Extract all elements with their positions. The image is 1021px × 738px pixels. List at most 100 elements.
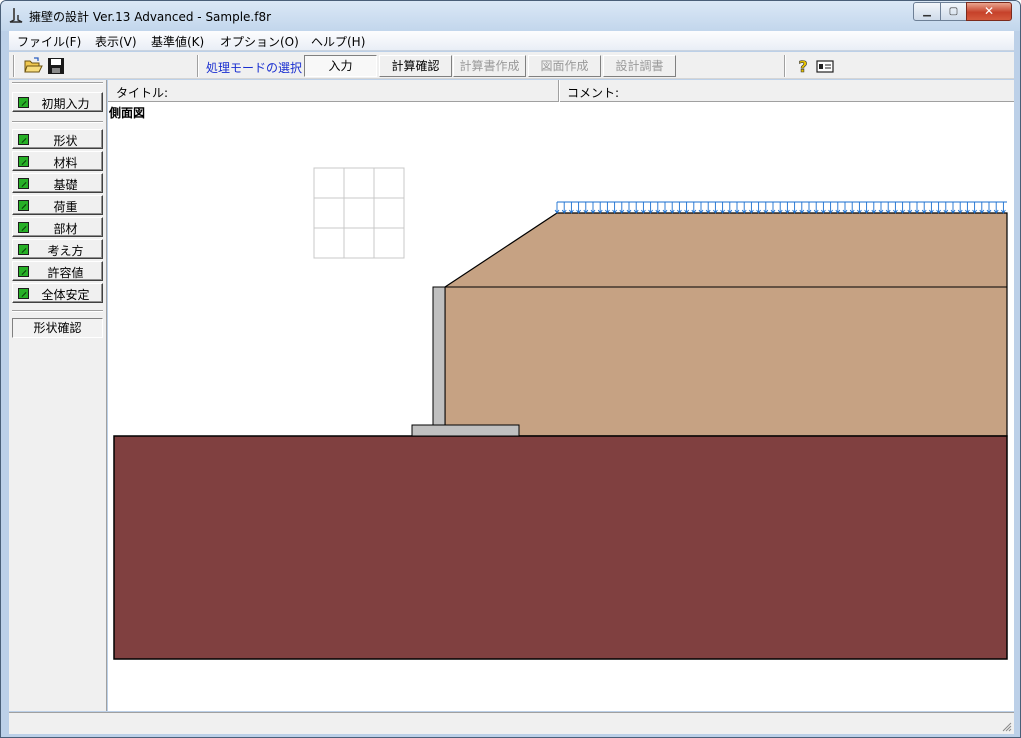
load-arrow: [583, 202, 589, 214]
nav-material-label: 材料: [53, 156, 78, 170]
load-arrow: [576, 202, 581, 214]
resize-grip-icon[interactable]: [1000, 720, 1012, 732]
load-arrow: [806, 202, 812, 214]
load-arrow: [669, 202, 675, 214]
status-bar: [9, 712, 1014, 734]
load-arrow: [662, 202, 668, 214]
mode-drawing-button[interactable]: 図面作成: [528, 55, 601, 77]
mode-report-button[interactable]: 計算書作成: [453, 55, 526, 77]
load-arrow: [813, 202, 819, 214]
panel-divider: [12, 310, 103, 312]
nav-load-button[interactable]: 荷重: [12, 195, 103, 215]
load-arrow: [1001, 202, 1006, 214]
minimize-icon: ▁: [923, 6, 931, 17]
load-arrow: [792, 202, 797, 214]
id-card-info-icon[interactable]: [815, 56, 835, 76]
toolbar-separator: [784, 55, 786, 77]
info-separator: [558, 80, 560, 102]
checked-status-icon: [18, 156, 29, 167]
load-arrow: [993, 202, 999, 214]
load-arrow: [986, 202, 992, 214]
surcharge-load: [554, 201, 1007, 214]
nav-allowable-button[interactable]: 許容値: [12, 261, 103, 281]
window-title: 擁壁の設計 Ver.13 Advanced - Sample.f8r: [29, 10, 272, 24]
menu-view[interactable]: 表示(V): [95, 33, 137, 50]
grid-cell: [313, 197, 345, 229]
retaining-wall-app-icon: [9, 8, 23, 23]
load-arrow: [691, 202, 697, 214]
panel-divider: [12, 82, 103, 84]
drawing-canvas[interactable]: 側面図: [108, 102, 1014, 711]
load-arrow: [828, 202, 833, 214]
nav-foundation-button[interactable]: 基礎: [12, 173, 103, 193]
folder-open-icon[interactable]: [23, 56, 43, 76]
input-item-panel: 初期入力 形状 材料 基礎 荷重 部材 考え方 許容値 全体安定 形状確認: [9, 80, 107, 711]
menu-file[interactable]: ファイル(F): [17, 33, 81, 50]
load-arrow: [835, 202, 841, 214]
nav-initial-input-button[interactable]: 初期入力: [12, 92, 103, 112]
grid-cell: [313, 167, 345, 199]
wall-footing: [411, 424, 520, 437]
checked-status-icon: [18, 288, 29, 299]
nav-allowable-label: 許容値: [47, 266, 84, 280]
nav-shape-button[interactable]: 形状: [12, 129, 103, 149]
nav-initial-input-label: 初期入力: [41, 97, 90, 111]
nav-member-label: 部材: [53, 222, 78, 236]
checked-status-icon: [18, 266, 29, 277]
load-arrow: [965, 202, 970, 214]
mode-calc-check-button[interactable]: 計算確認: [379, 55, 452, 77]
load-arrow: [950, 202, 956, 214]
load-arrow: [741, 202, 747, 214]
menu-options[interactable]: オプション(O): [220, 33, 299, 50]
load-arrow: [626, 202, 632, 214]
mode-input-button[interactable]: 入力: [304, 55, 377, 77]
checked-status-icon: [18, 200, 29, 211]
title-comment-bar: タイトル: コメント:: [108, 80, 1014, 102]
nav-load-label: 荷重: [53, 200, 78, 214]
close-button[interactable]: ✕: [966, 2, 1012, 21]
load-arrow: [914, 202, 920, 214]
load-arrow: [705, 202, 711, 214]
load-arrow: [720, 202, 725, 214]
wall-stem: [432, 286, 446, 426]
load-arrow: [727, 202, 733, 214]
load-arrow: [734, 202, 740, 214]
load-arrow: [921, 202, 927, 214]
load-arrow: [979, 202, 985, 214]
load-arrow: [655, 202, 661, 214]
nav-approach-label: 考え方: [47, 244, 84, 258]
maximize-icon: ▢: [948, 6, 959, 17]
nav-overall-stability-button[interactable]: 全体安定: [12, 283, 103, 303]
floppy-save-icon[interactable]: [46, 56, 66, 76]
load-arrow: [612, 202, 617, 214]
load-arrow: [633, 202, 639, 214]
menu-help[interactable]: ヘルプ(H): [311, 33, 365, 50]
title-bar[interactable]: 擁壁の設計 Ver.13 Advanced - Sample.f8r ▁ ▢ ✕: [1, 1, 1020, 31]
nav-member-button[interactable]: 部材: [12, 217, 103, 237]
load-arrow: [605, 202, 610, 214]
load-arrow: [569, 202, 574, 214]
load-arrow: [878, 202, 884, 214]
nav-approach-button[interactable]: 考え方: [12, 239, 103, 259]
load-arrow: [770, 202, 776, 214]
question-mark-help-icon[interactable]: ?: [793, 56, 813, 76]
menu-standards[interactable]: 基準値(K): [151, 33, 204, 50]
menu-bar: ファイル(F) 表示(V) 基準値(K) オプション(O) ヘルプ(H): [9, 31, 1014, 51]
mode-design-record-button[interactable]: 設計調書: [603, 55, 676, 77]
load-arrow: [648, 202, 653, 214]
toolbar-separator: [13, 55, 15, 77]
load-arrow: [893, 202, 898, 214]
minimize-button[interactable]: ▁: [913, 2, 941, 21]
grid-cell: [373, 167, 405, 199]
load-arrow: [972, 202, 977, 214]
nav-material-button[interactable]: 材料: [12, 151, 103, 171]
load-arrow: [561, 202, 567, 214]
load-arrow: [619, 202, 625, 214]
load-arrow: [907, 202, 913, 214]
load-arrow: [936, 202, 941, 214]
checked-status-icon: [18, 97, 29, 108]
shape-confirm-button[interactable]: 形状確認: [12, 318, 103, 338]
maximize-button[interactable]: ▢: [940, 2, 967, 21]
load-arrow: [763, 202, 769, 214]
load-arrow: [871, 202, 877, 214]
